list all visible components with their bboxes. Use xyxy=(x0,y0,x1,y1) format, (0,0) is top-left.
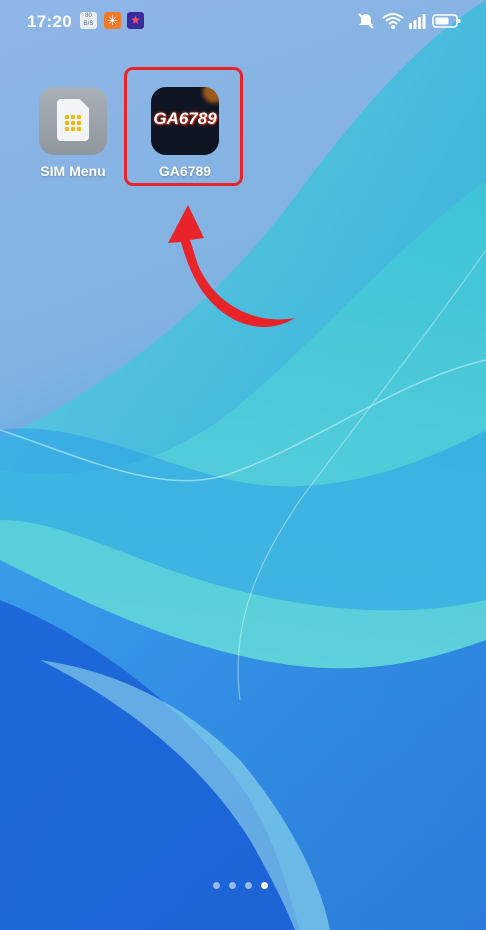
page-dot-1[interactable] xyxy=(213,882,220,889)
app-label-sim-menu: SIM Menu xyxy=(40,163,106,179)
app-star-icon: ★ xyxy=(127,12,144,29)
wifi-icon xyxy=(382,13,404,29)
page-indicator[interactable] xyxy=(213,882,273,890)
status-icons xyxy=(356,12,466,30)
status-bar: 17:20 80 B/S ✳ ★ xyxy=(0,0,486,44)
app-sim-menu[interactable]: SIM Menu xyxy=(23,87,123,179)
page-dot-4[interactable] xyxy=(261,882,268,889)
data-speed-icon: 80 B/S xyxy=(80,12,97,29)
clock: 17:20 xyxy=(27,12,72,31)
sim-card-icon[interactable] xyxy=(39,87,107,155)
curved-arrow-icon xyxy=(168,205,295,328)
page-dot-3[interactable] xyxy=(245,882,252,889)
app-orange-icon: ✳ xyxy=(104,12,121,29)
page-dot-2[interactable] xyxy=(229,882,236,889)
signal-icon xyxy=(409,14,426,29)
home-screen: 17:20 80 B/S ✳ ★ SIM Menu GA6789 GA6789 xyxy=(0,0,486,930)
battery-icon xyxy=(432,14,461,28)
mute-vibrate-icon xyxy=(358,13,374,29)
highlight-box xyxy=(124,67,243,186)
